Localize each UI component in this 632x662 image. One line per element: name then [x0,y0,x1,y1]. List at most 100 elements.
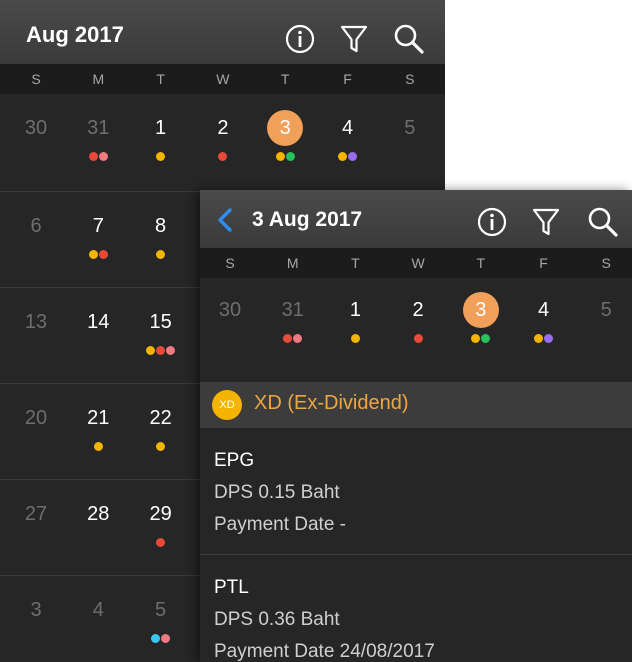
day-cell[interactable]: 4 [516,292,572,346]
weekday-label: F [343,71,352,87]
day-cell[interactable]: 7 [70,208,126,262]
event-dots [516,334,572,346]
day-cell[interactable]: 3 [257,110,313,164]
xd-section-header: XD XD (Ex-Dividend) [200,382,632,428]
weekday-label: T [156,71,165,87]
weekday-label: W [411,255,425,271]
day-cell[interactable]: 21 [70,400,126,454]
event-dots [133,346,189,358]
day-number: 5 [600,299,612,321]
weekday-label: S [31,71,41,87]
day-number: 31 [281,299,304,321]
event-dot-green [481,334,491,343]
weekday-label: W [216,71,230,87]
event-dot-green [285,152,295,161]
event-dots [8,538,64,550]
event-dots [195,152,251,164]
day-cell[interactable]: 22 [133,400,189,454]
event-dots [70,152,126,164]
event-dot-red [88,152,98,161]
event-dot-yellow [534,334,543,343]
event-dot-red [156,538,166,547]
day-number: 1 [155,117,167,139]
event-dots [453,334,509,346]
event-dots [133,442,189,454]
event-dot-yellow [146,346,156,355]
day-cell[interactable]: 5 [578,292,632,346]
search-icon[interactable] [392,22,426,56]
filter-icon[interactable] [529,205,563,239]
weekday-label: T [476,255,486,271]
event-dot-yellow [350,334,360,343]
day-cell[interactable]: 6 [8,208,64,262]
day-cell[interactable]: 27 [8,496,64,550]
day-number: 2 [217,117,229,139]
section-title: XD (Ex-Dividend) [254,392,409,414]
event-dot-red [98,250,108,259]
today-day-number: 3 [462,292,499,328]
day-detail-screen: 3 Aug 2017 S M T W T F S 30 31 1 2 3 4 5 XD XD (Ex-D… [200,190,632,662]
dividend-entry[interactable]: EPG DPS 0.15 Baht Payment Date - [200,428,632,555]
weekday-label: S [405,71,415,87]
event-dot-yellow [156,442,166,451]
xd-badge-icon: XD [212,390,242,420]
day-cell[interactable]: 31 [265,292,321,346]
day-number: 1 [349,299,361,321]
day-title: 3 Aug 2017 [252,208,363,231]
event-dots [8,152,64,164]
search-icon[interactable] [586,205,620,239]
weekday-label: S [601,255,611,271]
event-dot-pink [166,346,176,355]
day-number: 20 [24,407,48,429]
day-cell[interactable]: 4 [320,110,376,164]
day-cell[interactable]: 2 [195,110,251,164]
weekday-label: T [351,255,360,271]
day-cell[interactable]: 5 [382,110,438,164]
day-cell[interactable]: 14 [70,304,126,358]
day-cell[interactable]: 1 [327,292,383,346]
weekday-label: S [225,255,235,271]
filter-icon[interactable] [337,22,371,56]
day-cell[interactable]: 3 [453,292,509,346]
event-dots [8,634,64,646]
event-dot-yellow [88,250,98,259]
event-dots [390,334,446,346]
day-cell[interactable]: 30 [202,292,258,346]
day-cell[interactable]: 4 [70,592,126,646]
event-dot-yellow [156,250,166,259]
day-cell[interactable]: 8 [133,208,189,262]
event-dots [8,250,64,262]
event-dots [133,250,189,262]
entry-payment-date: Payment Date 24/08/2017 [214,641,435,662]
calendar-week-row: 30 31 1 2 3 4 5 [0,94,445,192]
dividend-entry[interactable]: PTL DPS 0.36 Baht Payment Date 24/08/201… [200,555,632,662]
day-number: 14 [87,311,110,333]
event-dots [133,538,189,550]
day-number: 5 [404,117,416,139]
day-cell[interactable]: 15 [133,304,189,358]
day-cell[interactable]: 30 [8,110,64,164]
day-number: 3 [30,599,42,621]
day-cell[interactable]: 20 [8,400,64,454]
event-dots [320,152,376,164]
day-cell[interactable]: 2 [390,292,446,346]
day-cell[interactable]: 29 [133,496,189,550]
info-icon[interactable] [283,22,317,56]
day-cell[interactable]: 5 [133,592,189,646]
month-header: Aug 2017 [0,0,445,64]
info-icon[interactable] [475,205,509,239]
day-cell[interactable]: 3 [8,592,64,646]
event-dot-cyan [151,634,161,643]
day-number: 7 [92,215,104,237]
event-dots [70,346,126,358]
chevron-left-icon[interactable] [214,207,236,233]
event-dot-pink [293,334,303,343]
day-cell[interactable]: 1 [133,110,189,164]
day-cell[interactable]: 31 [70,110,126,164]
day-cell[interactable]: 13 [8,304,64,358]
day-cell[interactable]: 28 [70,496,126,550]
day-number: 30 [218,299,242,321]
event-dot-yellow [275,152,285,161]
event-dots [382,152,438,164]
day-number: 31 [87,117,110,139]
